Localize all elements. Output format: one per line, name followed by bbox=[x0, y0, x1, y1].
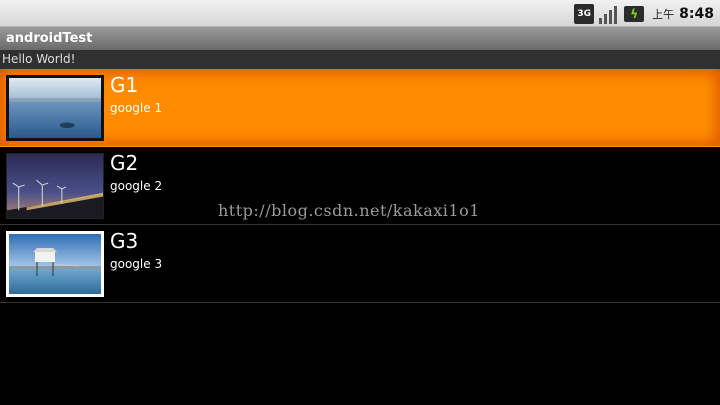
signal-bars-icon bbox=[599, 4, 619, 24]
list-item-title: G3 bbox=[110, 229, 139, 253]
clock-time: 8:48 bbox=[679, 5, 714, 22]
list-item-subtitle: google 3 bbox=[110, 257, 163, 271]
status-bar: 3G ϟ 上午 8:48 bbox=[0, 0, 720, 27]
list-item-title: G1 bbox=[110, 73, 139, 97]
seascape-photo-thumbnail bbox=[6, 75, 104, 141]
network-badge: 3G bbox=[577, 8, 591, 19]
status-icons: 3G ϟ 上午 8:48 bbox=[574, 0, 714, 27]
hello-text: Hello World! bbox=[0, 50, 720, 69]
list-item-g1[interactable]: G1 google 1 bbox=[0, 69, 720, 147]
image-list: G1 google 1 G2 google 2 G3 google 3 bbox=[0, 69, 720, 303]
wind-turbines-photo-thumbnail bbox=[6, 153, 104, 219]
list-item-g3[interactable]: G3 google 3 bbox=[0, 225, 720, 303]
list-item-title: G2 bbox=[110, 151, 139, 175]
app-title: androidTest bbox=[0, 27, 720, 50]
pier-house-photo-thumbnail bbox=[6, 231, 104, 297]
list-item-subtitle: google 1 bbox=[110, 101, 163, 115]
clock-ampm: 上午 bbox=[652, 7, 675, 21]
battery-charging-icon: ϟ bbox=[624, 5, 645, 22]
watermark-text: http://blog.csdn.net/kakaxi1o1 bbox=[218, 201, 480, 220]
list-item-subtitle: google 2 bbox=[110, 179, 163, 193]
network-3g-icon: 3G bbox=[574, 3, 595, 24]
